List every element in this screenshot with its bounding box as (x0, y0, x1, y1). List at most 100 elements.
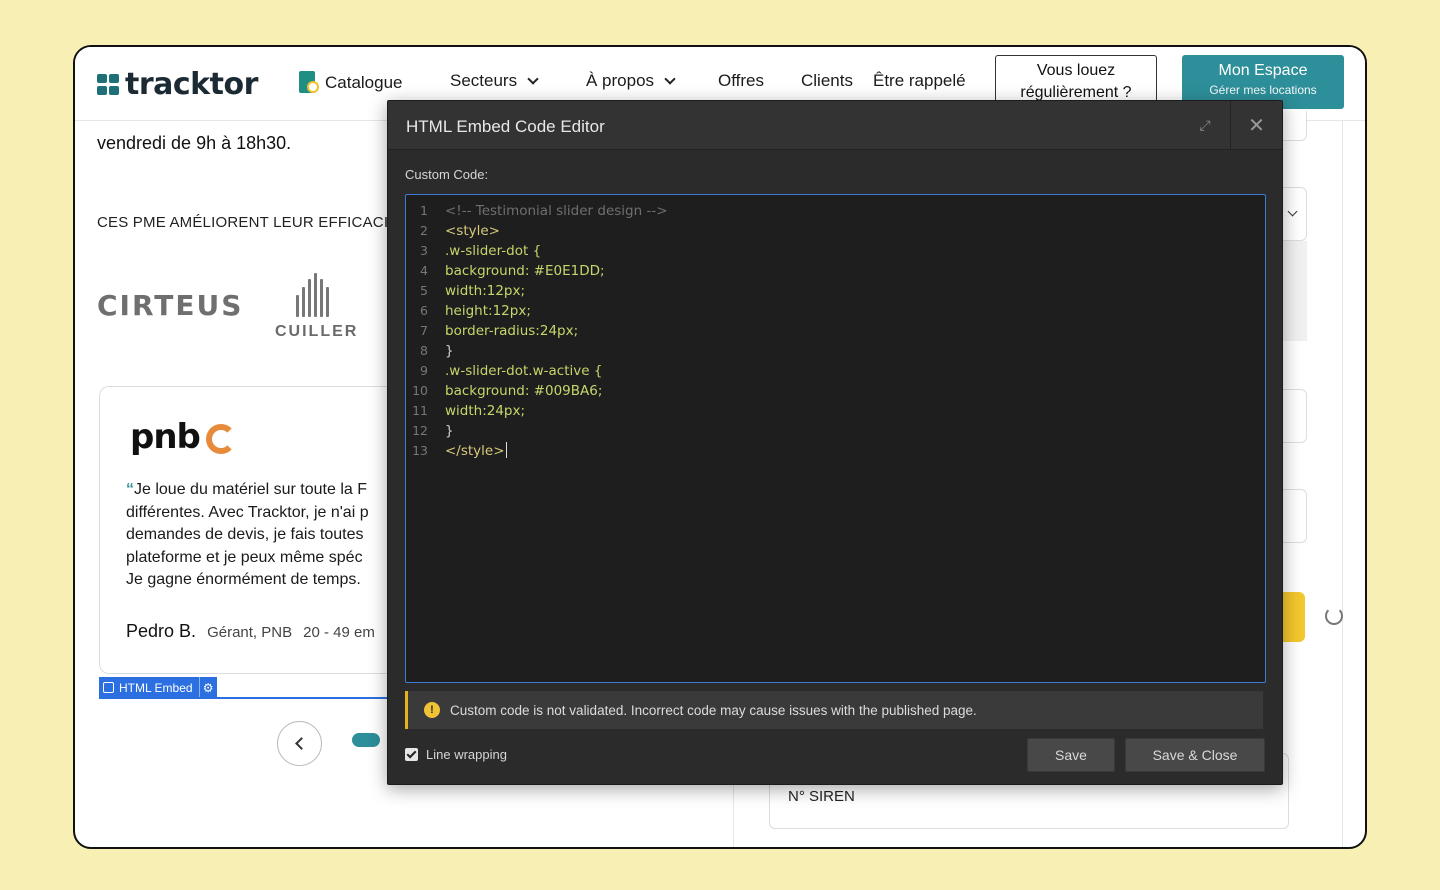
code-line: 4 background: #E0E1DD; (406, 261, 1265, 281)
pnb-logo: pnb (130, 417, 236, 457)
tracktor-logo[interactable]: tracktor (97, 67, 258, 102)
info-icon: ! (424, 702, 440, 718)
code-text: height:12px; (445, 303, 531, 319)
code-line: 2 <style> (406, 221, 1265, 241)
nav-offres-label: Offres (718, 71, 764, 90)
opening-hours: vendredi de 9h à 18h30. (97, 133, 292, 153)
mon-espace-line2: Gérer mes locations (1209, 83, 1317, 97)
code-line: 5 width:12px; (406, 281, 1265, 301)
modal-title: HTML Embed Code Editor (406, 117, 605, 136)
nav-rappel-label: Être rappelé (873, 71, 966, 90)
logo-text: tracktor (125, 67, 258, 102)
nav-catalogue[interactable]: Catalogue (299, 71, 403, 95)
code-line: 6 height:12px; (406, 301, 1265, 321)
modal-header: HTML Embed Code Editor ⤢ ✕ (388, 101, 1282, 150)
text-cursor (505, 442, 507, 458)
pnb-logo-text: pnb (130, 417, 201, 457)
nav-apropos-label: À propos (586, 71, 655, 90)
line-number: 4 (420, 263, 428, 278)
validation-warning: ! Custom code is not validated. Incorrec… (405, 691, 1263, 729)
html-embed-tag[interactable]: HTML Embed ⚙ (99, 677, 217, 698)
author-name: Pedro B. (126, 621, 197, 641)
loading-spinner-icon (1325, 607, 1343, 625)
quote-line: Je loue du matériel sur toute la F (134, 481, 368, 498)
line-number: 5 (420, 283, 428, 298)
code-line: 11 width:24px; (406, 401, 1265, 421)
code-text: .w-slider-dot.w-active { (445, 363, 603, 379)
code-line: 10 background: #009BA6; (406, 381, 1265, 401)
line-number: 2 (420, 223, 428, 238)
code-text: background: #E0E1DD; (445, 263, 605, 279)
line-number: 11 (412, 403, 428, 418)
tracktor-logo-icon (97, 73, 121, 96)
embed-selection-outline (99, 697, 399, 699)
line-number: 12 (412, 423, 428, 438)
clients-section-title: CES PME AMÉLIORENT LEUR EFFICACITÉ (97, 214, 408, 231)
expand-icon[interactable]: ⤢ (1180, 101, 1230, 150)
warning-text: Custom code is not validated. Incorrect … (450, 702, 977, 718)
embed-icon (103, 682, 114, 693)
siren-label: N° SIREN (788, 788, 855, 805)
nav-secteurs-label: Secteurs (450, 71, 518, 90)
embed-tag-label: HTML Embed (119, 680, 193, 695)
vous-louez-line1: Vous louez (1036, 62, 1116, 79)
code-line: 13 </style> (406, 441, 1265, 461)
nav-rappel[interactable]: Être rappelé (873, 71, 966, 91)
code-text: width:12px; (445, 283, 526, 299)
code-line: 1 <!-- Testimonial slider design --> (406, 201, 1265, 221)
code-line: 12} (406, 421, 1265, 441)
nav-catalogue-label: Catalogue (325, 73, 403, 92)
author-role: Gérant, PNB (207, 624, 293, 641)
cirteus-logo: CIRTEUS (97, 289, 244, 322)
slider-dot-active[interactable] (352, 733, 380, 747)
html-embed-code-editor-modal: HTML Embed Code Editor ⤢ ✕ Custom Code: … (387, 100, 1283, 785)
line-number: 7 (420, 323, 428, 338)
chevron-down-icon (664, 73, 676, 85)
code-line: 8} (406, 341, 1265, 361)
code-text: border-radius:24px; (445, 323, 579, 339)
chevron-left-icon (295, 737, 308, 750)
catalogue-icon (299, 71, 319, 95)
line-number: 3 (420, 243, 428, 258)
chevron-down-icon (1287, 206, 1298, 217)
line-number: 13 (412, 443, 428, 458)
testimonial-author: Pedro B. Gérant, PNB 20 - 49 em (126, 621, 375, 642)
line-number: 8 (420, 343, 428, 358)
chevron-down-icon (527, 73, 539, 85)
nav-apropos[interactable]: À propos (586, 71, 676, 91)
code-text: .w-slider-dot { (445, 243, 542, 259)
mon-espace-line1: Mon Espace (1218, 62, 1308, 79)
nav-clients[interactable]: Clients (801, 71, 853, 91)
code-editor[interactable]: 1 <!-- Testimonial slider design --> 2 <st… (405, 194, 1266, 683)
line-number: 9 (420, 363, 428, 378)
line-wrapping-toggle[interactable]: Line wrapping (405, 747, 507, 762)
pnb-ring-icon (205, 423, 236, 454)
code-text: } (445, 343, 454, 359)
slider-prev-button[interactable] (277, 721, 322, 766)
code-text: <style> (445, 223, 500, 239)
cuiller-logo-icon (290, 269, 336, 317)
company-size: 20 - 49 em (303, 624, 375, 641)
custom-code-label: Custom Code: (405, 167, 489, 182)
close-icon[interactable]: ✕ (1230, 101, 1282, 150)
nav-clients-label: Clients (801, 71, 853, 90)
cuiller-logo-text: CUILLER (275, 323, 359, 340)
code-line: 3 .w-slider-dot { (406, 241, 1265, 261)
line-wrapping-label: Line wrapping (426, 747, 507, 762)
nav-secteurs[interactable]: Secteurs (450, 71, 539, 91)
line-wrapping-checkbox[interactable] (405, 748, 418, 761)
save-button[interactable]: Save (1027, 738, 1115, 772)
code-text: </style> (445, 443, 505, 459)
code-text: } (445, 423, 454, 439)
line-number: 1 (420, 203, 428, 218)
code-text: background: #009BA6; (445, 383, 603, 399)
cuiller-logo: CUILLER (275, 269, 359, 341)
vous-louez-button[interactable]: Vous louez régulièrement ? (995, 55, 1157, 105)
gear-icon[interactable]: ⚙ (198, 677, 217, 698)
line-number: 10 (412, 383, 428, 398)
nav-offres[interactable]: Offres (718, 71, 764, 91)
code-line: 9 .w-slider-dot.w-active { (406, 361, 1265, 381)
code-text: <!-- Testimonial slider design --> (445, 203, 668, 219)
save-close-button[interactable]: Save & Close (1125, 738, 1265, 772)
line-number: 6 (420, 303, 428, 318)
